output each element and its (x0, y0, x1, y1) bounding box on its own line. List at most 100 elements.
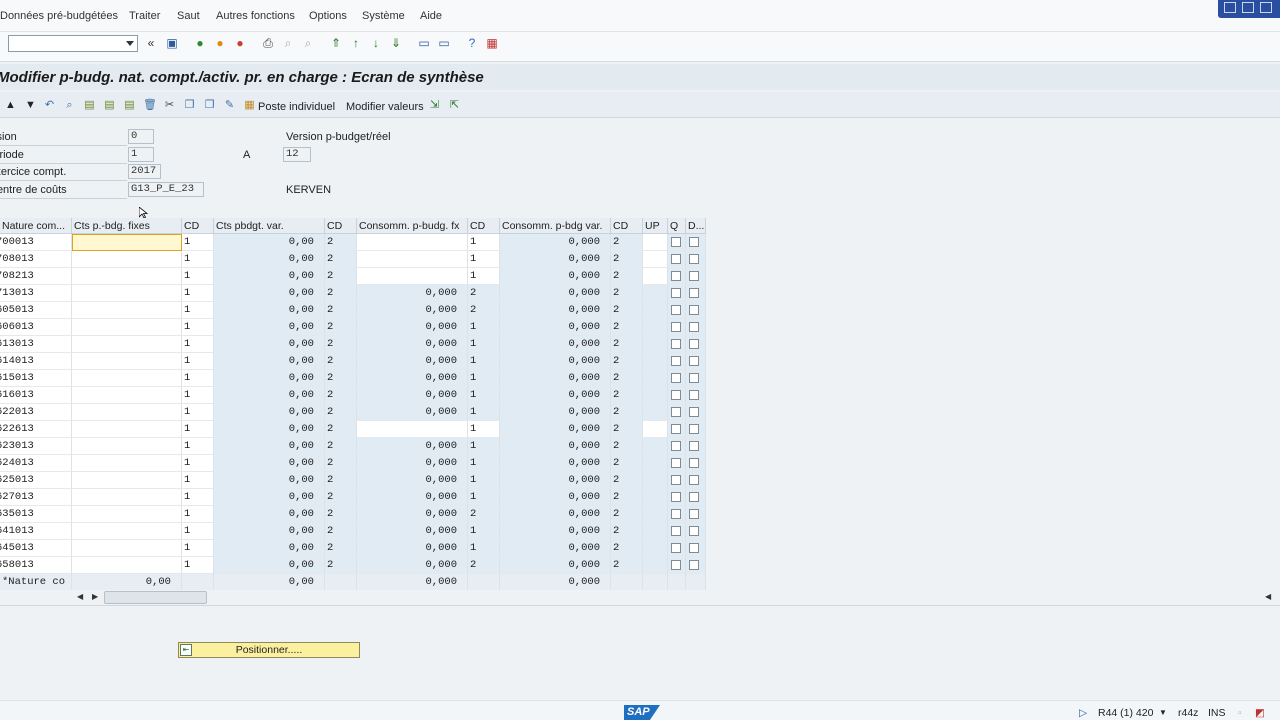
cell-cd4[interactable]: 2 (611, 319, 643, 336)
q-checkbox-cell[interactable] (668, 285, 686, 302)
cell-cfx[interactable]: 0,000 (357, 336, 468, 353)
select-block-icon[interactable]: ▤ (83, 99, 96, 112)
cell-cd2[interactable]: 2 (325, 472, 357, 489)
cell-fix[interactable] (72, 455, 182, 472)
cell-up[interactable] (643, 489, 668, 506)
cell-cfx[interactable]: 0,000 (357, 523, 468, 540)
version-field[interactable]: 0 (128, 129, 154, 144)
periode-from-field[interactable]: 1 (128, 147, 154, 162)
cell-cd2[interactable]: 2 (325, 251, 357, 268)
back-icon[interactable]: ● (193, 36, 207, 50)
cell-cfx[interactable]: 0,000 (357, 438, 468, 455)
column-header[interactable]: Q (668, 218, 686, 234)
cell-var[interactable]: 0,00 (214, 472, 325, 489)
cell-up[interactable] (643, 506, 668, 523)
exit-icon[interactable]: ● (213, 36, 227, 50)
cell-fix[interactable] (72, 234, 182, 251)
cell-cd2[interactable]: 2 (325, 421, 357, 438)
cell-var[interactable]: 0,00 (214, 404, 325, 421)
menu-options[interactable]: Options (309, 10, 347, 22)
q-checkbox-cell[interactable] (668, 489, 686, 506)
checkbox[interactable] (689, 288, 699, 298)
cell-cd4[interactable]: 2 (611, 234, 643, 251)
positionner-button[interactable]: ⇤ Positionner..... (178, 642, 360, 658)
cell-var[interactable]: 0,00 (214, 234, 325, 251)
cell-cd3[interactable]: 1 (468, 455, 500, 472)
select-icon[interactable]: ⌕ (63, 99, 76, 112)
cell-cd3[interactable]: 2 (468, 506, 500, 523)
q-checkbox-cell[interactable] (668, 557, 686, 574)
q-checkbox-cell[interactable] (668, 268, 686, 285)
cell-cvar[interactable]: 0,000 (500, 336, 611, 353)
triangle-down-icon[interactable]: ▼ (24, 99, 37, 112)
scroll-thumb[interactable] (104, 591, 207, 604)
cell-var[interactable]: 0,00 (214, 557, 325, 574)
cell-var[interactable]: 0,00 (214, 455, 325, 472)
single-item-icon[interactable]: ▦ (243, 99, 256, 112)
d-checkbox-cell[interactable] (686, 523, 706, 540)
cell-fix[interactable] (72, 302, 182, 319)
find-next-icon[interactable]: ⌕ (301, 36, 315, 50)
edit-icon[interactable]: ✎ (223, 99, 236, 112)
q-checkbox-cell[interactable] (668, 540, 686, 557)
cell-cd3[interactable]: 1 (468, 234, 500, 251)
checkbox[interactable] (689, 373, 699, 383)
d-checkbox-cell[interactable] (686, 370, 706, 387)
checkbox[interactable] (671, 543, 681, 553)
cell-cfx[interactable]: 0,000 (357, 319, 468, 336)
find-icon[interactable]: ⌕ (281, 36, 295, 50)
q-checkbox-cell[interactable] (668, 438, 686, 455)
checkbox[interactable] (689, 458, 699, 468)
exercice-field[interactable]: 2017 (128, 164, 161, 179)
cell-up[interactable] (643, 285, 668, 302)
column-header[interactable]: CD (182, 218, 214, 234)
cell-cd4[interactable]: 2 (611, 387, 643, 404)
column-header[interactable]: Cts p.-bdg. fixes (72, 218, 182, 234)
column-header[interactable]: D... (686, 218, 706, 234)
customize-layout-icon[interactable]: ▦ (485, 36, 499, 50)
deselect-icon[interactable]: ▤ (103, 99, 116, 112)
cell-cd2[interactable]: 2 (325, 302, 357, 319)
print-icon[interactable]: ⎙ (261, 36, 275, 50)
checkbox[interactable] (689, 509, 699, 519)
cell-cd3[interactable]: 2 (468, 557, 500, 574)
new-session-icon[interactable]: ▭ (417, 36, 431, 50)
cell-fix[interactable] (72, 506, 182, 523)
d-checkbox-cell[interactable] (686, 489, 706, 506)
cell-cd3[interactable]: 1 (468, 387, 500, 404)
d-checkbox-cell[interactable] (686, 438, 706, 455)
cell-cd1[interactable]: 1 (182, 251, 214, 268)
cell-cd3[interactable]: 1 (468, 472, 500, 489)
checkbox[interactable] (671, 424, 681, 434)
cell-cd2[interactable]: 2 (325, 557, 357, 574)
q-checkbox-cell[interactable] (668, 336, 686, 353)
cell-cd1[interactable]: 1 (182, 455, 214, 472)
cell-cd4[interactable]: 2 (611, 404, 643, 421)
menu-systeme[interactable]: Système (362, 10, 405, 22)
cell-cvar[interactable]: 0,000 (500, 421, 611, 438)
restore-icon[interactable] (1242, 2, 1254, 13)
cell-cd3[interactable]: 1 (468, 421, 500, 438)
cell-cd1[interactable]: 1 (182, 557, 214, 574)
cell-cd3[interactable]: 1 (468, 319, 500, 336)
cell-up[interactable] (643, 268, 668, 285)
cell-cd4[interactable]: 2 (611, 438, 643, 455)
cell-cvar[interactable]: 0,000 (500, 370, 611, 387)
cell-cfx[interactable] (357, 421, 468, 438)
cell-cd3[interactable]: 1 (468, 268, 500, 285)
cell-cvar[interactable]: 0,000 (500, 285, 611, 302)
cell-cd2[interactable]: 2 (325, 489, 357, 506)
q-checkbox-cell[interactable] (668, 506, 686, 523)
menu-aide[interactable]: Aide (420, 10, 442, 22)
cell-cvar[interactable]: 0,000 (500, 489, 611, 506)
export-icon[interactable]: ⇱ (448, 99, 461, 112)
cell-fix[interactable] (72, 285, 182, 302)
cell-cd1[interactable]: 1 (182, 540, 214, 557)
cell-up[interactable] (643, 251, 668, 268)
cell-cd4[interactable]: 2 (611, 557, 643, 574)
cell-cd1[interactable]: 1 (182, 285, 214, 302)
cell-cfx[interactable] (357, 234, 468, 251)
column-header[interactable]: Cts pbdgt. var. (214, 218, 325, 234)
cell-cd4[interactable]: 2 (611, 268, 643, 285)
periode-to-field[interactable]: 12 (283, 147, 311, 162)
